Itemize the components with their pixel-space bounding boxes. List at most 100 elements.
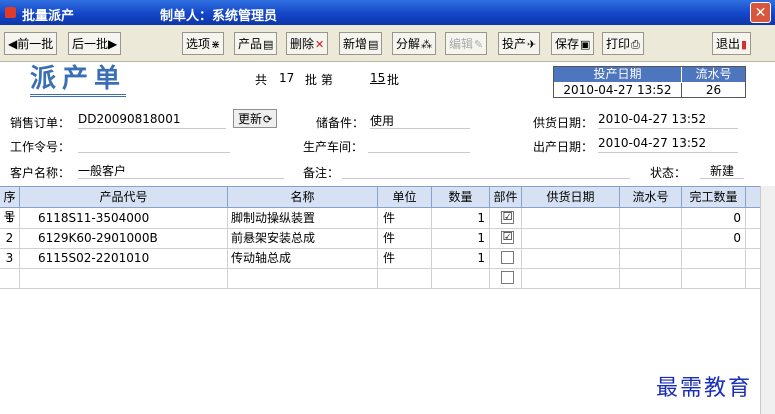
save-label: 保存 xyxy=(555,37,580,51)
row-code: 6118S11-3504000 xyxy=(20,208,228,228)
workshop-field[interactable] xyxy=(368,136,470,153)
supply-date-field[interactable]: 2010-04-27 13:52 xyxy=(598,112,738,129)
col-serial[interactable]: 流水号 xyxy=(620,187,682,207)
table-row[interactable]: 1 6118S11-3504000 脚制动操纵装置 件 1 ☑ 0 xyxy=(0,208,760,229)
work-order-label: 工作令号： xyxy=(10,140,71,154)
col-part[interactable]: 部件 xyxy=(490,187,522,207)
table-row[interactable]: 2 6129K60-2901000B 前悬架安装总成 件 1 ☑ 0 xyxy=(0,228,760,249)
row-no: 2 xyxy=(0,228,20,248)
col-qty[interactable]: 数量 xyxy=(432,187,490,207)
split-button[interactable]: 分解⁂ xyxy=(392,32,437,55)
edit-icon: ✎ xyxy=(474,38,484,51)
row-no xyxy=(0,268,20,288)
row-serial xyxy=(620,268,682,288)
row-part xyxy=(490,248,522,268)
exit-button[interactable]: 退出▮ xyxy=(712,32,752,55)
printer-icon: ⎙ xyxy=(631,38,640,51)
production-date-value: 2010-04-27 13:52 xyxy=(554,83,682,97)
row-qty: 1 xyxy=(432,228,490,248)
out-date-field[interactable]: 2010-04-27 13:52 xyxy=(598,136,738,153)
row-supply-date xyxy=(522,208,620,228)
serial-value: 26 xyxy=(682,83,745,97)
add-label: 新增 xyxy=(343,37,368,51)
row-qty: 1 xyxy=(432,208,490,228)
row-part: ☑ xyxy=(490,228,522,248)
row-serial xyxy=(620,248,682,268)
row-done xyxy=(682,268,746,288)
next-batch-button[interactable]: 后一批▶ xyxy=(68,32,122,55)
produce-icon: ✈ xyxy=(527,38,537,51)
spare-label: 储备件： xyxy=(316,116,365,130)
row-unit: 件 xyxy=(378,228,432,248)
row-part xyxy=(490,268,522,288)
edit-button[interactable]: 编辑✎ xyxy=(445,32,488,55)
row-serial xyxy=(620,228,682,248)
remark-field[interactable] xyxy=(342,162,630,179)
row-code: 6115S02-2201010 xyxy=(20,248,228,268)
work-order-field[interactable] xyxy=(78,136,230,153)
status-label: 状态： xyxy=(650,166,687,180)
options-label: 选项 xyxy=(186,37,211,51)
out-date-label: 出产日期： xyxy=(533,140,594,154)
delete-button[interactable]: 删除✕ xyxy=(286,32,329,55)
refresh-label: 更新 xyxy=(238,112,263,126)
produce-button[interactable]: 投产✈ xyxy=(498,32,541,55)
row-name: 传动轴总成 xyxy=(228,248,378,268)
col-code[interactable]: 产品代号 xyxy=(20,187,228,207)
batch-total-prefix: 共 xyxy=(255,73,268,87)
row-name xyxy=(228,268,378,288)
production-date-header: 投产日期 xyxy=(554,67,682,82)
row-serial xyxy=(620,208,682,228)
creator-label: 制单人：系统管理员 xyxy=(160,9,278,24)
row-unit: 件 xyxy=(378,248,432,268)
exit-icon: ▮ xyxy=(741,38,748,51)
col-done[interactable]: 完工数量 xyxy=(682,187,746,207)
status-field: 新建 xyxy=(700,162,744,179)
row-done: 0 xyxy=(682,228,746,248)
print-label: 打印 xyxy=(606,37,631,51)
customer-field[interactable]: 一般客户 xyxy=(78,162,284,179)
row-supply-date xyxy=(522,268,620,288)
refresh-button[interactable]: 更新⟳ xyxy=(233,109,278,128)
row-done: 0 xyxy=(682,208,746,228)
product-button[interactable]: 产品▤ xyxy=(234,32,278,55)
table-row[interactable]: 3 6115S02-2201010 传动轴总成 件 1 xyxy=(0,248,760,269)
document-icon: ▤ xyxy=(263,38,274,51)
part-checkbox[interactable]: ☑ xyxy=(501,231,514,244)
form-area: 派产单 共 17 批 第 15 批 投产日期 流水号 2010-04-27 13… xyxy=(0,62,775,185)
col-unit[interactable]: 单位 xyxy=(378,187,432,207)
print-button[interactable]: 打印⎙ xyxy=(602,32,644,55)
prev-batch-button[interactable]: ◀前一批 xyxy=(4,32,58,55)
col-supply-date[interactable]: 供货日期 xyxy=(522,187,620,207)
split-label: 分解 xyxy=(396,37,421,51)
grid-scrollbar[interactable] xyxy=(760,186,775,414)
workshop-label: 生产车间： xyxy=(303,140,364,154)
row-no: 3 xyxy=(0,248,20,268)
delete-icon: ✕ xyxy=(315,38,325,51)
col-name[interactable]: 名称 xyxy=(228,187,378,207)
close-button[interactable]: ✕ xyxy=(750,2,771,23)
edit-label: 编辑 xyxy=(449,37,474,51)
production-info-box: 投产日期 流水号 2010-04-27 13:52 26 xyxy=(553,66,746,98)
row-code xyxy=(20,268,228,288)
options-button[interactable]: 选项⋇ xyxy=(182,32,225,55)
row-name: 脚制动操纵装置 xyxy=(228,208,378,228)
save-icon: ▣ xyxy=(580,38,591,51)
spare-field[interactable]: 使用 xyxy=(370,112,470,129)
add-button[interactable]: 新增▤ xyxy=(339,32,383,55)
sales-order-field[interactable]: DD20090818001 xyxy=(78,112,226,129)
table-row[interactable] xyxy=(0,268,760,289)
row-unit xyxy=(378,268,432,288)
part-checkbox[interactable] xyxy=(501,271,514,284)
row-supply-date xyxy=(522,248,620,268)
remark-label: 备注： xyxy=(303,166,340,180)
part-checkbox[interactable]: ☑ xyxy=(501,211,514,224)
col-no[interactable]: 序号 xyxy=(0,187,20,224)
grid-header: 序号 产品代号 名称 单位 数量 部件 供货日期 流水号 完工数量 xyxy=(0,186,760,224)
toolbar: ◀前一批 后一批▶ 选项⋇ 产品▤ 删除✕ 新增▤ 分解⁂ 编辑✎ 投产✈ 保存… xyxy=(0,25,775,62)
delete-label: 删除 xyxy=(290,37,315,51)
part-checkbox[interactable] xyxy=(501,251,514,264)
row-code: 6129K60-2901000B xyxy=(20,228,228,248)
save-button[interactable]: 保存▣ xyxy=(551,32,595,55)
row-part: ☑ xyxy=(490,208,522,228)
